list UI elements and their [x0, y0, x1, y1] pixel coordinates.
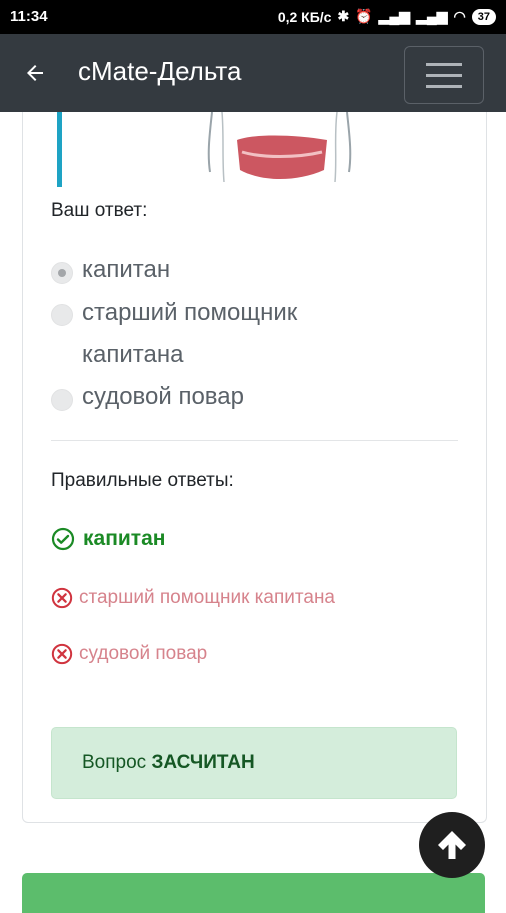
- option-label: капитан: [82, 256, 171, 283]
- result-alert: Вопрос ЗАСЧИТАН: [51, 727, 457, 799]
- option-label: судовой повар: [82, 383, 244, 410]
- x-circle-icon: [51, 643, 73, 665]
- bluetooth-icon: ✱: [337, 8, 350, 24]
- hamburger-icon-line: [426, 62, 462, 66]
- hamburger-icon-line: [426, 73, 462, 77]
- next-question-button[interactable]: [22, 873, 485, 913]
- hamburger-icon-line: [426, 84, 462, 88]
- option-label-line1: старший помощник: [82, 299, 298, 326]
- option-starpom[interactable]: старший помощник капитана: [51, 298, 297, 376]
- app-bar: cMate-Дельта: [0, 34, 506, 112]
- radio-button[interactable]: [51, 262, 73, 284]
- arrow-up-icon: [438, 831, 466, 859]
- status-icons: 0,2 КБ/с ✱ ⏰ ▂▄▆ ▂▄▆ ◠ 37: [278, 8, 496, 25]
- option-label: старший помощник капитана: [82, 292, 297, 376]
- your-answer-label: Ваш ответ:: [51, 200, 148, 221]
- radio-button[interactable]: [51, 389, 73, 411]
- wrong-answer-item: старший помощник капитана: [51, 587, 335, 609]
- correct-answers-title: Правильные ответы:: [51, 470, 234, 491]
- menu-button[interactable]: [404, 46, 484, 104]
- app-title: cMate-Дельта: [78, 56, 242, 86]
- signal-icon: ▂▄▆: [378, 8, 411, 24]
- radio-button[interactable]: [51, 304, 73, 326]
- signal-icon-2: ▂▄▆: [416, 8, 448, 24]
- x-circle-icon: [51, 587, 73, 609]
- wifi-icon: ◠: [453, 8, 466, 24]
- answer-label: капитан: [83, 527, 166, 550]
- back-button[interactable]: [18, 56, 52, 90]
- result-prefix: Вопрос: [82, 752, 147, 773]
- network-speed: 0,2 КБ/с: [277, 8, 332, 25]
- result-status: ЗАСЧИТАН: [151, 752, 255, 773]
- illustration-icon: [207, 112, 352, 183]
- divider: [51, 440, 458, 441]
- status-bar: 11:34 0,2 КБ/с ✱ ⏰ ▂▄▆ ▂▄▆ ◠ 37: [0, 0, 506, 34]
- wrong-answer-item: судовой повар: [51, 643, 207, 665]
- answer-label: судовой повар: [79, 643, 208, 664]
- question-image: [62, 112, 454, 190]
- option-povar[interactable]: судовой повар: [51, 383, 244, 411]
- status-time: 11:34: [10, 8, 48, 25]
- battery-icon: 37: [471, 8, 496, 25]
- check-circle-icon: [51, 527, 75, 551]
- answer-label: старший помощник капитана: [79, 587, 335, 608]
- arrow-left-icon: [27, 65, 43, 81]
- option-kapitan[interactable]: капитан: [51, 256, 170, 284]
- alarm-icon: ⏰: [355, 8, 373, 24]
- scroll-to-top-button[interactable]: [419, 812, 485, 878]
- result-text: Вопрос ЗАСЧИТАН: [82, 752, 255, 774]
- option-label-line2: капитана: [82, 341, 184, 368]
- correct-answer-item: капитан: [51, 527, 165, 551]
